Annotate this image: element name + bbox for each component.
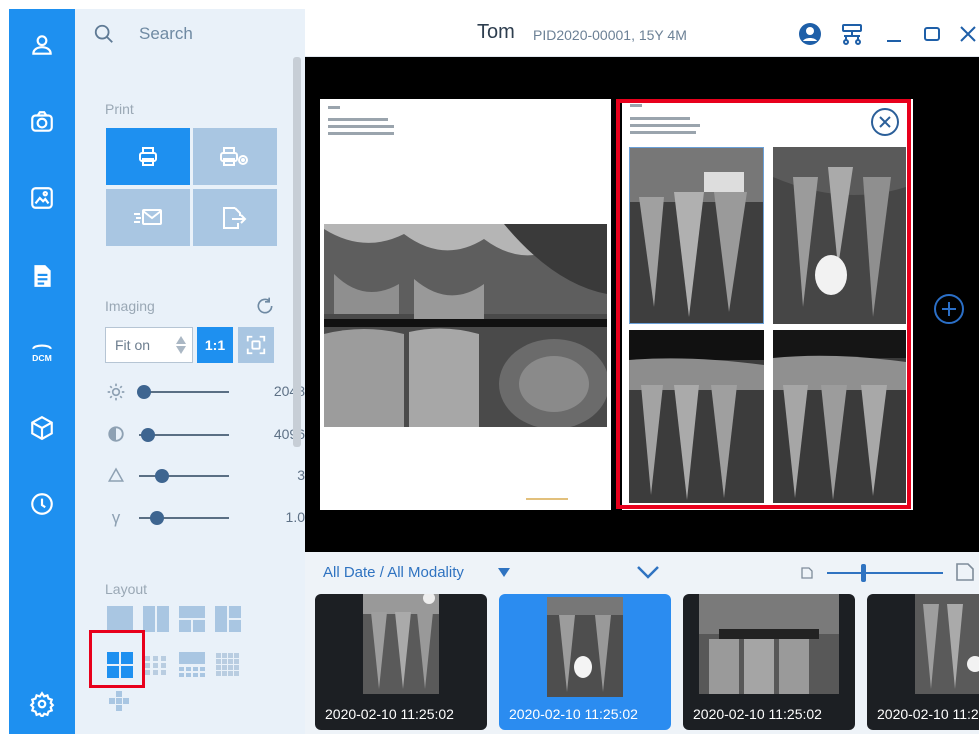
printer-icon <box>139 146 157 166</box>
xray-image-bitewing <box>324 224 607 427</box>
maximize-icon[interactable] <box>919 21 945 47</box>
fit-select-value: Fit on <box>115 337 151 353</box>
svg-text:DCM: DCM <box>32 353 52 363</box>
brightness-slider[interactable]: 2048 <box>105 381 305 403</box>
search-input[interactable] <box>139 21 289 47</box>
app-window: DCM Print Imaging <box>0 0 979 734</box>
page-header-line <box>328 106 340 109</box>
chevron-down-icon[interactable] <box>636 564 660 580</box>
sharpen-knob[interactable] <box>154 469 169 483</box>
dcm-icon[interactable]: DCM <box>26 335 58 367</box>
network-icon[interactable] <box>839 21 865 47</box>
modality-filter[interactable]: All Date / All Modality <box>323 564 510 581</box>
one-to-one-label: 1:1 <box>204 337 226 353</box>
contrast-slider[interactable]: 4096 <box>105 424 305 446</box>
account-icon[interactable] <box>797 21 823 47</box>
layout-single-icon[interactable] <box>107 606 133 632</box>
camera-icon[interactable] <box>26 106 58 138</box>
layout-cross-icon[interactable] <box>107 689 133 713</box>
sharpen-icon <box>105 466 127 486</box>
search-bar <box>75 9 305 57</box>
panel-scrollbar[interactable] <box>293 57 301 447</box>
layout-grid-4x4-icon[interactable] <box>215 652 241 678</box>
selected-page-highlight <box>616 99 911 509</box>
thumbnail-4[interactable]: 2020-02-10 11:25:02 <box>867 594 979 730</box>
settings-icon[interactable] <box>26 688 58 720</box>
thumb-size-track[interactable] <box>827 572 943 574</box>
fit-window-icon <box>246 335 266 355</box>
thumbnail-date: 2020-02-10 11:25:02 <box>509 706 638 722</box>
user-icon[interactable] <box>26 29 58 61</box>
fit-window-button[interactable] <box>238 327 274 363</box>
layout-mixed-icon[interactable] <box>215 606 241 632</box>
export-icon <box>223 206 247 229</box>
thumbnail-1[interactable]: 2020-02-10 11:25:02 <box>315 594 487 730</box>
patient-header: Tom PID2020-00001, 15Y 4M <box>305 9 979 57</box>
layout-two-column-icon[interactable] <box>143 606 169 632</box>
filter-dropdown-icon[interactable] <box>498 568 510 578</box>
export-button[interactable] <box>193 189 277 246</box>
thumbnail-image <box>699 594 839 694</box>
page-header-line <box>328 125 394 128</box>
print-page-1[interactable] <box>320 99 611 510</box>
clock-icon[interactable] <box>26 488 58 520</box>
send-mail-icon <box>134 208 162 225</box>
add-page-icon[interactable] <box>933 293 965 325</box>
page-footer-line <box>526 498 568 500</box>
search-icon[interactable] <box>93 23 115 45</box>
contrast-icon <box>105 425 127 445</box>
sharpen-track <box>139 475 229 477</box>
layout-grid-3x3-icon[interactable] <box>143 652 169 678</box>
gamma-slider[interactable]: γ 1.0 <box>105 507 305 529</box>
imaging-section-label: Imaging <box>105 298 155 314</box>
brightness-track <box>139 391 229 393</box>
cube-icon[interactable] <box>26 412 58 444</box>
sharpen-slider[interactable]: 3 <box>105 465 305 487</box>
page-header-line <box>328 132 394 135</box>
tool-panel: Print Imaging Fit on 1:1 <box>75 9 305 734</box>
reset-icon[interactable] <box>255 296 275 316</box>
close-window-icon[interactable] <box>955 21 979 47</box>
brightness-knob[interactable] <box>136 385 151 399</box>
thumbnail-3[interactable]: 2020-02-10 11:25:02 <box>683 594 855 730</box>
print-settings-button[interactable] <box>193 128 277 185</box>
thumb-size-knob[interactable] <box>861 564 866 582</box>
brightness-icon <box>105 382 127 402</box>
sharpen-value: 3 <box>297 467 305 483</box>
gamma-knob[interactable] <box>150 511 164 525</box>
patient-info: PID2020-00001, 15Y 4M <box>533 27 687 43</box>
image-gallery-icon[interactable] <box>26 182 58 214</box>
timeline-bar: All Date / All Modality 2020-02-10 11:25… <box>305 552 979 734</box>
large-thumb-icon[interactable] <box>955 562 975 582</box>
thumbnail-image <box>363 594 439 694</box>
thumbnail-date: 2020-02-10 11:25:02 <box>877 706 979 722</box>
print-button[interactable] <box>106 128 190 185</box>
thumbnail-image <box>547 597 623 697</box>
one-to-one-button[interactable]: 1:1 <box>197 327 233 363</box>
printer-settings-icon <box>220 146 248 166</box>
layout-selection-highlight <box>89 630 145 688</box>
gamma-value: 1.0 <box>285 509 305 525</box>
layout-section-label: Layout <box>105 581 148 597</box>
gamma-icon: γ <box>111 508 121 527</box>
contrast-knob[interactable] <box>141 428 155 442</box>
print-preview-viewer <box>305 57 979 552</box>
modality-filter-label: All Date / All Modality <box>323 564 464 581</box>
small-thumb-icon[interactable] <box>801 567 813 579</box>
fit-select[interactable]: Fit on <box>105 327 193 363</box>
thumbnail-date: 2020-02-10 11:25:02 <box>325 706 454 722</box>
fit-stepper-icon[interactable] <box>176 336 186 354</box>
thumbnail-2[interactable]: 2020-02-10 11:25:02 <box>499 594 671 730</box>
left-nav-rail: DCM <box>9 9 75 734</box>
layout-three-split-icon[interactable] <box>179 606 205 632</box>
patient-name: Tom <box>477 21 515 43</box>
document-icon[interactable] <box>26 260 58 292</box>
send-mail-button[interactable] <box>106 189 190 246</box>
layout-top-grid-icon[interactable] <box>179 652 205 678</box>
thumbnail-date: 2020-02-10 11:25:02 <box>693 706 822 722</box>
print-section-label: Print <box>105 101 134 117</box>
page-header-line <box>328 118 388 121</box>
minimize-icon[interactable] <box>881 21 907 47</box>
thumbnail-image <box>915 594 979 694</box>
